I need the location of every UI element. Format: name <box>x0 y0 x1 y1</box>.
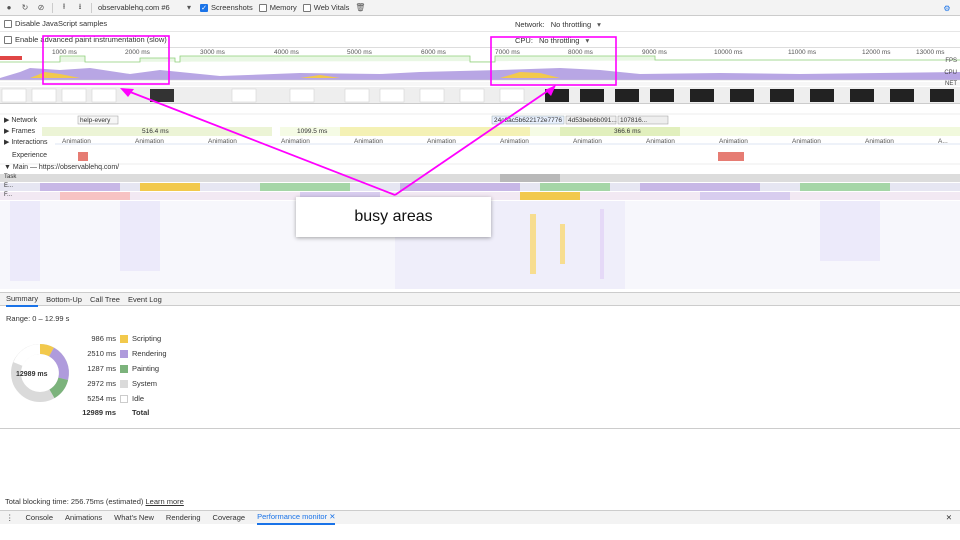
drawer-menu-icon[interactable]: ⋮ <box>6 513 14 522</box>
system-ms: 2972 ms <box>87 379 116 388</box>
rendering-swatch <box>120 349 128 358</box>
drawer-tab-coverage[interactable]: Coverage <box>213 511 246 524</box>
idle-label: Idle <box>132 394 145 403</box>
devtools-performance-panel: ● ↻ ⊘ ⭱ ⭳ observablehq.com #6 ▾ Screensh… <box>0 0 960 540</box>
legend-row-idle: 5254 ms Idle <box>0 393 200 404</box>
drawer-tab-animations[interactable]: Animations <box>65 511 102 524</box>
painting-label: Painting <box>132 364 160 373</box>
scripting-swatch <box>120 334 128 343</box>
annotation-callout: busy areas <box>296 197 491 237</box>
highlight-box-right <box>490 36 617 86</box>
rendering-ms: 2510 ms <box>87 349 116 358</box>
details-tabs: Summary Bottom-Up Call Tree Event Log <box>0 292 960 307</box>
idle-swatch <box>120 394 128 403</box>
drawer-tabs: ⋮ Console Animations What's New Renderin… <box>0 510 960 525</box>
scripting-label: Scripting <box>132 334 162 343</box>
tab-bottom-up[interactable]: Bottom-Up <box>46 293 82 306</box>
scripting-ms: 986 ms <box>91 334 116 343</box>
painting-ms: 1287 ms <box>87 364 116 373</box>
legend-row-system: 2972 ms System <box>0 378 200 389</box>
highlight-box-left <box>42 35 170 85</box>
range-label: Range: 0 – 12.99 s <box>6 314 70 323</box>
legend-row-rendering: 2510 ms Rendering <box>0 348 200 359</box>
drawer-tab-whats-new[interactable]: What's New <box>114 511 154 524</box>
drawer-tab-console[interactable]: Console <box>26 511 54 524</box>
total-blocking-time: Total blocking time: 256.75ms (estimated… <box>0 494 960 508</box>
total-ms: 12989 ms <box>82 408 116 417</box>
tab-event-log[interactable]: Event Log <box>128 293 162 306</box>
total-label: Total <box>132 408 150 417</box>
drawer-tab-performance-monitor[interactable]: Performance monitor ✕ <box>257 510 336 525</box>
tab-call-tree[interactable]: Call Tree <box>90 293 120 306</box>
legend-row-scripting: 986 ms Scripting <box>0 333 200 344</box>
tab-summary[interactable]: Summary <box>6 292 39 307</box>
drawer-tab-rendering[interactable]: Rendering <box>166 511 201 524</box>
learn-more-link[interactable]: Learn more <box>146 497 184 506</box>
total-swatch-spacer <box>120 409 128 417</box>
close-tab-icon[interactable]: ✕ <box>329 512 335 521</box>
system-swatch <box>120 379 128 388</box>
legend-row-total: 12989 ms Total <box>0 407 200 418</box>
rendering-label: Rendering <box>132 349 167 358</box>
close-drawer-icon[interactable]: ✕ <box>946 513 952 522</box>
legend-row-painting: 1287 ms Painting <box>0 363 200 374</box>
summary-panel: Range: 0 – 12.99 s 12989 ms 986 ms Scrip… <box>0 307 960 429</box>
painting-swatch <box>120 364 128 373</box>
system-label: System <box>132 379 158 388</box>
performance-monitor-label: Performance monitor <box>257 512 328 521</box>
annotation-overlay <box>42 35 617 196</box>
blocking-time-text: Total blocking time: 256.75ms (estimated… <box>5 496 144 506</box>
idle-ms: 5254 ms <box>87 394 116 403</box>
